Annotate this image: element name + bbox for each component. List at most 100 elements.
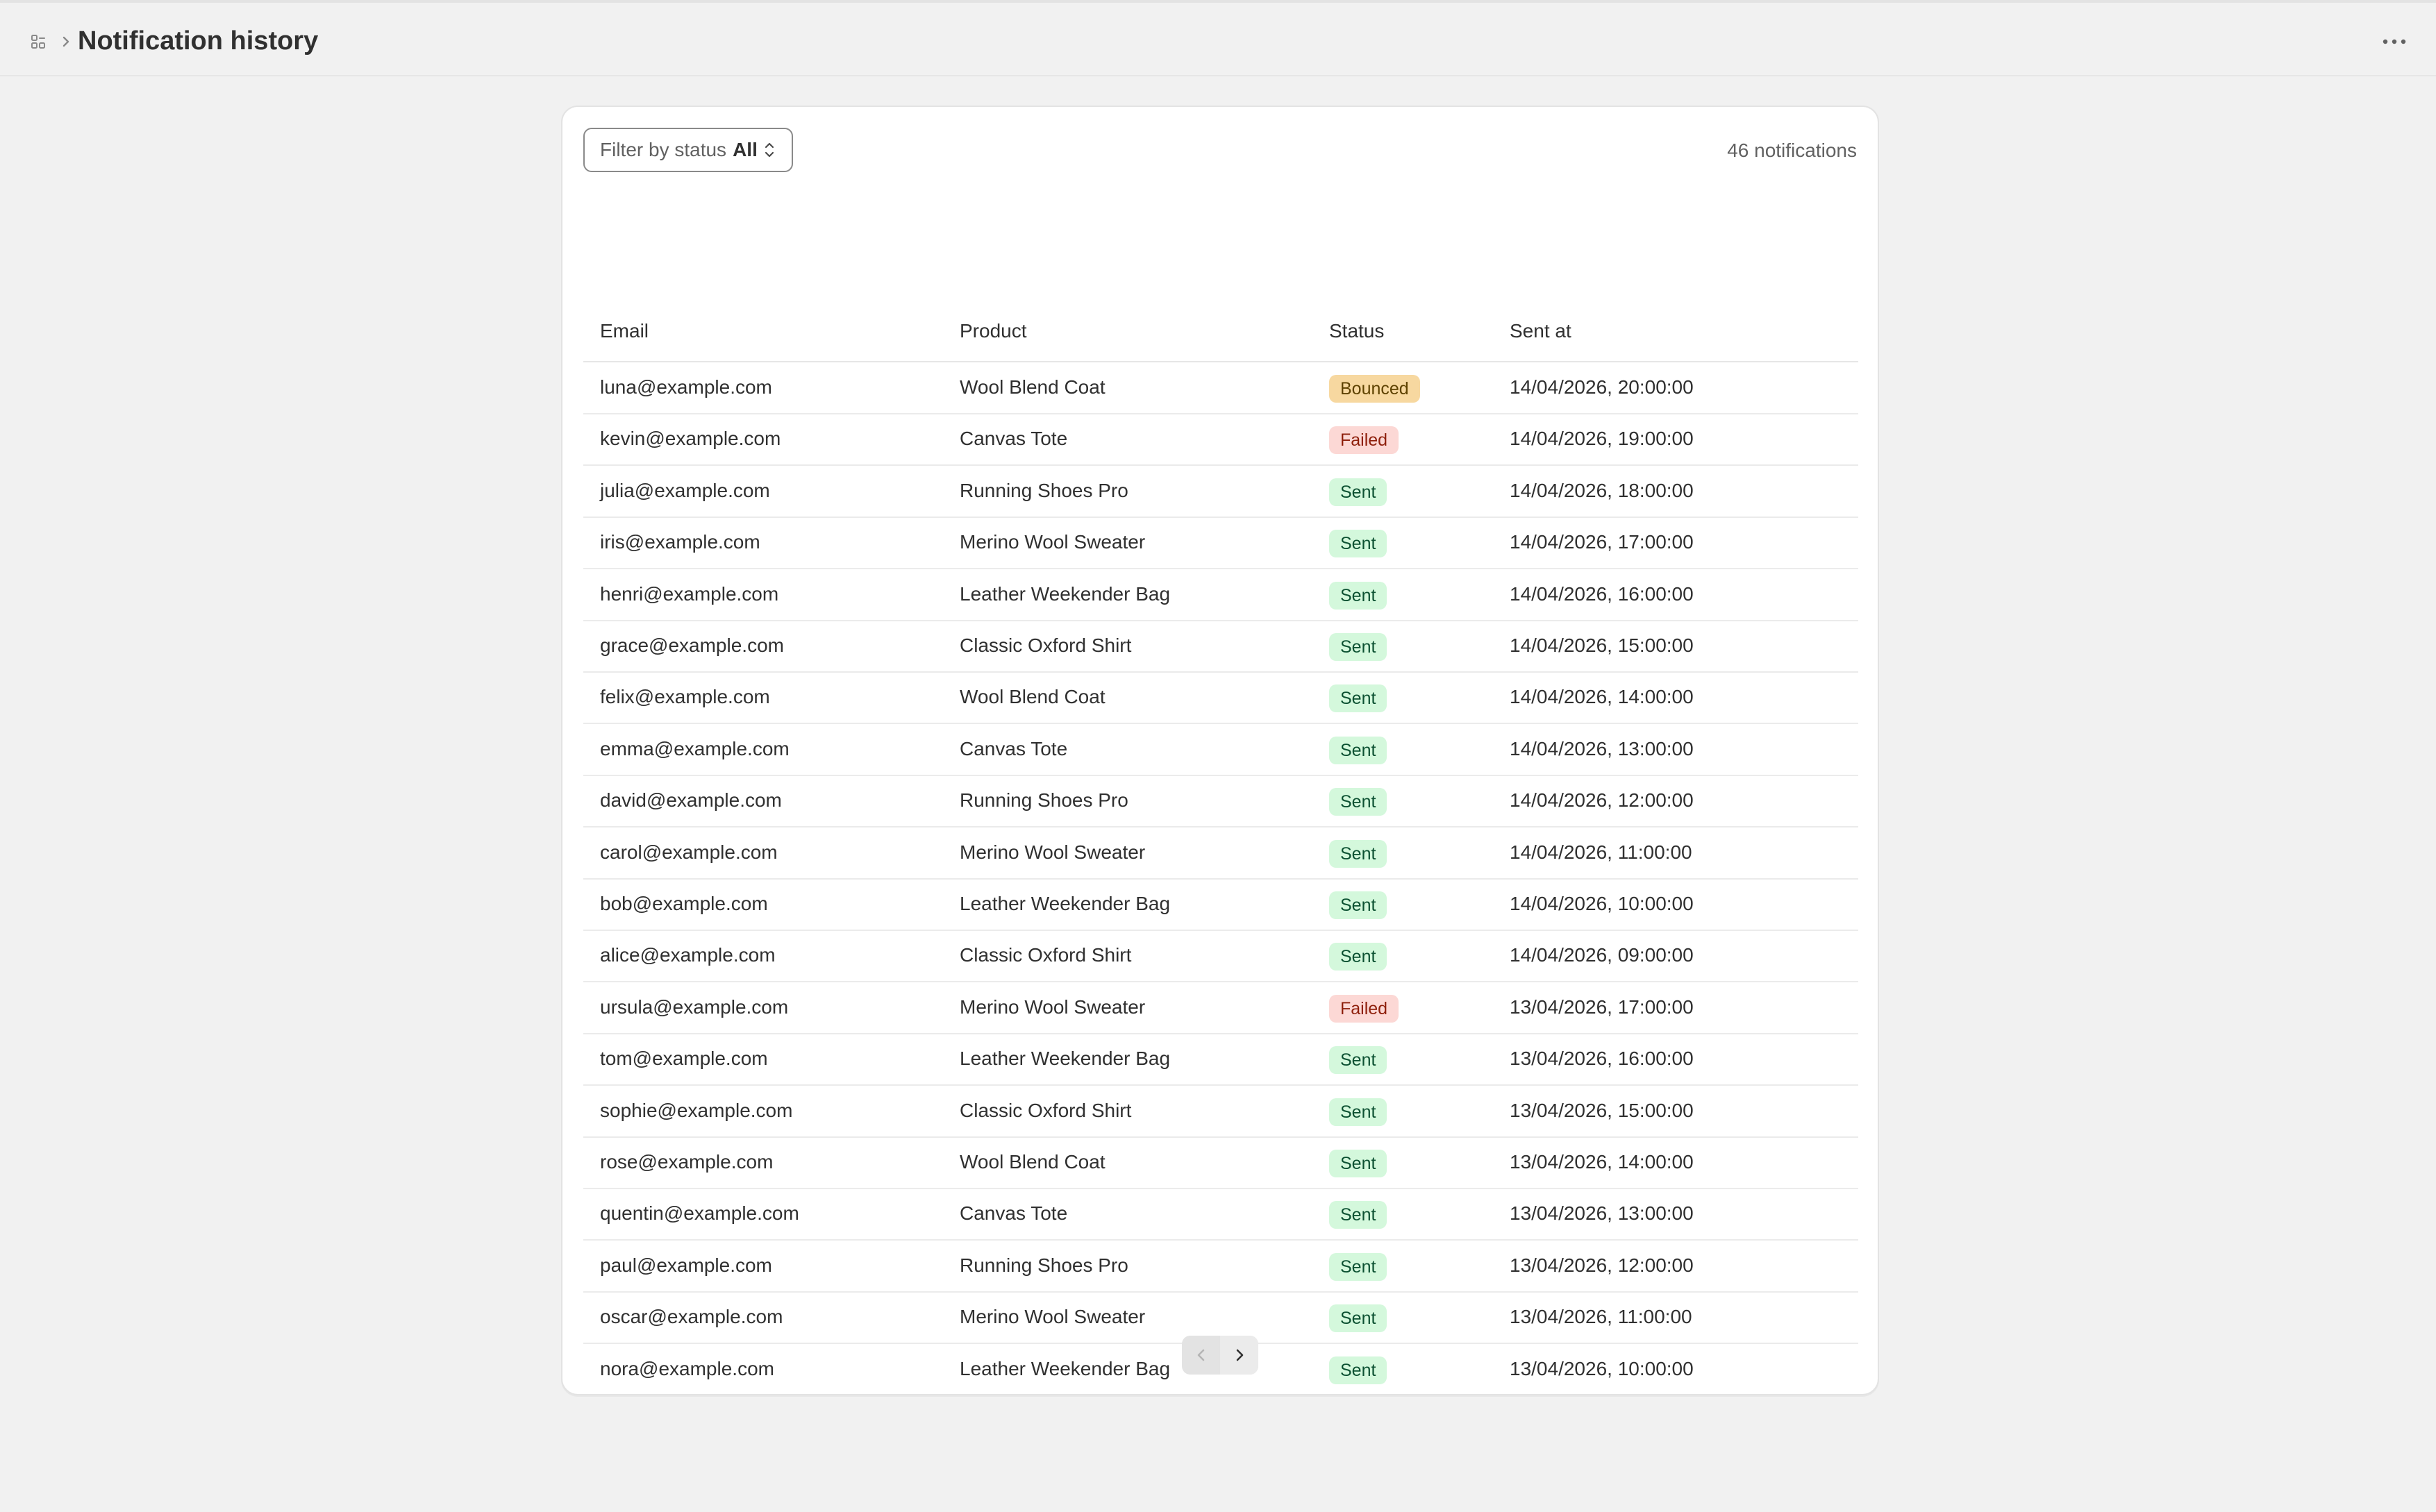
status-badge: Bounced: [1329, 375, 1420, 403]
sent-at-cell: 13/04/2026, 12:00:00: [1510, 1254, 1694, 1276]
table-row[interactable]: julia@example.com Running Shoes Pro Sent 14…: [583, 466, 1858, 518]
status-badge: Sent: [1329, 633, 1387, 661]
sent-at-cell: 14/04/2026, 10:00:00: [1510, 893, 1694, 914]
table-header: Email Product Status Sent at: [583, 292, 1858, 362]
column-header-product[interactable]: Product: [960, 319, 1027, 343]
status-badge: Sent: [1329, 1304, 1387, 1333]
status-badge: Sent: [1329, 1046, 1387, 1075]
status-badge: Failed: [1329, 994, 1399, 1023]
sent-at-cell: 14/04/2026, 14:00:00: [1510, 686, 1694, 708]
table-row[interactable]: kevin@example.com Canvas Tote Failed 14/04/…: [583, 414, 1858, 467]
sent-at-cell: 13/04/2026, 17:00:00: [1510, 996, 1694, 1018]
status-filter-select[interactable]: Filter by status All: [583, 128, 793, 172]
product-cell: Leather Weekender Bag: [960, 582, 1171, 605]
sent-at-cell: 14/04/2026, 16:00:00: [1510, 582, 1694, 605]
chevron-right-icon: [1236, 1349, 1243, 1361]
email-cell: rose@example.com: [600, 1151, 774, 1173]
product-cell: Wool Blend Coat: [960, 1151, 1106, 1173]
sent-at-cell: 14/04/2026, 18:00:00: [1510, 479, 1694, 501]
product-cell: Merino Wool Sweater: [960, 531, 1146, 553]
email-cell: carol@example.com: [600, 841, 778, 863]
sent-at-cell: 13/04/2026, 14:00:00: [1510, 1151, 1694, 1173]
email-cell: david@example.com: [600, 789, 782, 812]
status-badge: Sent: [1329, 1150, 1387, 1177]
email-cell: felix@example.com: [600, 686, 770, 708]
table-row[interactable]: david@example.com Running Shoes Pro Sent 14…: [583, 775, 1858, 828]
product-cell: Canvas Tote: [960, 428, 1068, 450]
table-row[interactable]: carol@example.com Merino Wool Sweater Sent…: [583, 828, 1858, 880]
status-badge: Sent: [1329, 1356, 1387, 1384]
product-cell: Classic Oxford Shirt: [960, 944, 1132, 966]
product-cell: Classic Oxford Shirt: [960, 635, 1132, 656]
filter-label: Filter by status: [600, 139, 727, 160]
email-cell: sophie@example.com: [600, 1099, 793, 1121]
table-row[interactable]: emma@example.com Canvas Tote Sent 14/04/202…: [583, 724, 1858, 776]
more-horizontal-icon[interactable]: [2378, 28, 2411, 56]
table-row[interactable]: grace@example.com Classic Oxford Shirt Sen…: [583, 621, 1858, 673]
email-cell: oscar@example.com: [600, 1306, 783, 1328]
status-badge: Sent: [1329, 1201, 1387, 1229]
chevron-right-icon: [62, 36, 69, 47]
status-badge: Failed: [1329, 426, 1399, 455]
table-row[interactable]: sophie@example.com Classic Oxford Shirt Se…: [583, 1086, 1858, 1138]
sent-at-cell: 13/04/2026, 10:00:00: [1510, 1357, 1694, 1379]
column-header-email[interactable]: Email: [600, 319, 649, 343]
email-cell: luna@example.com: [600, 376, 772, 398]
email-cell: kevin@example.com: [600, 428, 781, 450]
sent-at-cell: 14/04/2026, 15:00:00: [1510, 635, 1694, 656]
email-cell: tom@example.com: [600, 1048, 768, 1070]
previous-page-button[interactable]: [1182, 1336, 1220, 1375]
email-cell: nora@example.com: [600, 1357, 774, 1379]
status-badge: Sent: [1329, 684, 1387, 713]
column-header-status[interactable]: Status: [1329, 319, 1384, 343]
table-row[interactable]: ursula@example.com Merino Wool Sweater Fai…: [583, 982, 1858, 1034]
table-row[interactable]: rose@example.com Wool Blend Coat Sent 13/04…: [583, 1137, 1858, 1189]
product-cell: Wool Blend Coat: [960, 376, 1106, 398]
status-badge: Sent: [1329, 839, 1387, 868]
status-badge: Sent: [1329, 736, 1387, 764]
table-row[interactable]: bob@example.com Leather Weekender Bag Sent…: [583, 879, 1858, 931]
page-title: Notification history: [78, 26, 319, 56]
email-cell: quentin@example.com: [600, 1202, 799, 1225]
status-badge: Sent: [1329, 478, 1387, 506]
notification-count: 46 notifications: [1727, 140, 1857, 161]
sent-at-cell: 13/04/2026, 13:00:00: [1510, 1202, 1694, 1225]
chevron-left-icon: [1197, 1349, 1204, 1361]
email-cell: emma@example.com: [600, 737, 790, 759]
product-cell: Merino Wool Sweater: [960, 1306, 1146, 1328]
table-row[interactable]: alice@example.com Classic Oxford Shirt Sen…: [583, 930, 1858, 983]
column-header-sent-at[interactable]: Sent at: [1510, 319, 1571, 343]
status-badge: Sent: [1329, 1252, 1387, 1281]
sent-at-cell: 14/04/2026, 13:00:00: [1510, 737, 1694, 759]
apps-grid-icon[interactable]: [31, 33, 47, 50]
email-cell: paul@example.com: [600, 1254, 772, 1276]
table-row[interactable]: henri@example.com Leather Weekender Bag Se…: [583, 569, 1858, 621]
status-badge: Sent: [1329, 891, 1387, 919]
table-row[interactable]: luna@example.com Wool Blend Coat Bounced 14…: [583, 362, 1858, 414]
status-badge: Sent: [1329, 530, 1387, 558]
table-row[interactable]: iris@example.com Merino Wool Sweater Sent 1…: [583, 517, 1858, 570]
product-cell: Running Shoes Pro: [960, 1254, 1128, 1276]
next-page-button[interactable]: [1220, 1336, 1258, 1375]
select-caret-icon: [765, 142, 774, 158]
product-cell: Merino Wool Sweater: [960, 841, 1146, 863]
table-row[interactable]: tom@example.com Leather Weekender Bag Sent…: [583, 1034, 1858, 1086]
product-cell: Merino Wool Sweater: [960, 996, 1146, 1018]
sent-at-cell: 14/04/2026, 09:00:00: [1510, 944, 1694, 966]
sent-at-cell: 13/04/2026, 16:00:00: [1510, 1048, 1694, 1070]
email-cell: alice@example.com: [600, 944, 776, 966]
product-cell: Running Shoes Pro: [960, 479, 1128, 501]
table-row[interactable]: felix@example.com Wool Blend Coat Sent 14/0…: [583, 672, 1858, 725]
table-row[interactable]: quentin@example.com Canvas Tote Sent 13/04/…: [583, 1188, 1858, 1241]
email-cell: ursula@example.com: [600, 996, 789, 1018]
email-cell: bob@example.com: [600, 893, 768, 914]
product-cell: Leather Weekender Bag: [960, 1048, 1171, 1070]
sent-at-cell: 14/04/2026, 19:00:00: [1510, 428, 1694, 450]
page-header: Notification history: [0, 3, 2436, 76]
table-row[interactable]: paul@example.com Running Shoes Pro Sent 13/…: [583, 1241, 1858, 1293]
product-cell: Classic Oxford Shirt: [960, 1099, 1132, 1121]
status-badge: Sent: [1329, 581, 1387, 610]
status-badge: Sent: [1329, 1098, 1387, 1126]
notifications-card: Filter by status All 46 notifications Em…: [561, 106, 1879, 1395]
sent-at-cell: 14/04/2026, 12:00:00: [1510, 789, 1694, 812]
